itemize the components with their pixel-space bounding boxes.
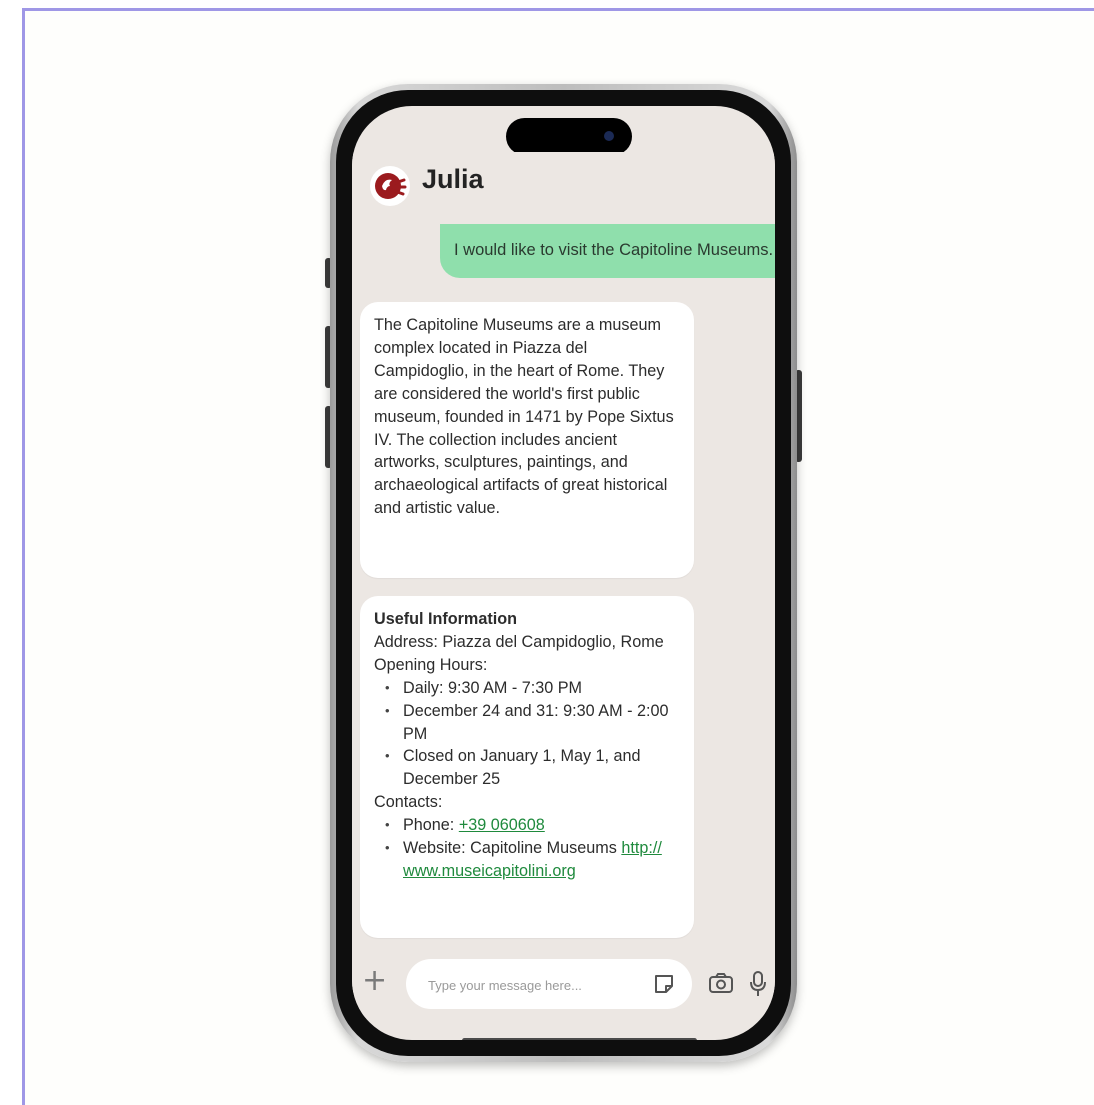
info-contacts-label: Contacts: [374, 793, 443, 812]
home-indicator[interactable] [462, 1038, 697, 1040]
phone-label: Phone: [403, 816, 459, 835]
info-address: Address: Piazza del Campidoglio, Rome [374, 632, 664, 651]
website-link[interactable]: www.museicapitolini.org [403, 862, 576, 880]
website-label: Website: Capitoline Museums [403, 839, 622, 858]
microphone-icon[interactable] [748, 970, 768, 998]
incoming-message-bubble: The Capitoline Museums are a museum comp… [360, 302, 694, 578]
list-item: Website: Capitoline Museums http:// www.m… [374, 837, 682, 883]
avatar[interactable] [370, 166, 410, 206]
camera-icon[interactable] [708, 972, 734, 994]
message-input[interactable] [426, 972, 640, 998]
julia-logo-icon [375, 173, 407, 199]
phone-link[interactable]: +39 060608 [459, 816, 545, 834]
dynamic-island [506, 118, 632, 155]
phone-bezel: I would like to visit the Capitoline Mus… [336, 90, 791, 1056]
message-input-container [406, 959, 692, 1009]
phone-screen: I would like to visit the Capitoline Mus… [352, 106, 775, 1040]
front-camera [604, 131, 614, 141]
contact-name[interactable]: Julia [422, 164, 484, 195]
phone-mockup: I would like to visit the Capitoline Mus… [330, 84, 797, 1062]
website-link-prefix[interactable]: http:// [621, 839, 662, 857]
contacts-list: Phone: +39 060608 Website: Capitoline Mu… [374, 814, 682, 883]
message-list[interactable]: I would like to visit the Capitoline Mus… [352, 106, 775, 1040]
info-hours-label: Opening Hours: [374, 655, 488, 674]
opening-hours-list: Daily: 9:30 AM - 7:30 PM December 24 and… [374, 677, 682, 792]
chat-header: Julia [352, 152, 775, 224]
info-title: Useful Information [374, 610, 517, 628]
outgoing-message-text: I would like to visit the Capitoline Mus… [454, 241, 774, 259]
list-item: Phone: +39 060608 [374, 814, 682, 837]
list-item: December 24 and 31: 9:30 AM - 2:00 PM [374, 700, 682, 746]
incoming-message-text: The Capitoline Museums are a museum comp… [374, 316, 674, 518]
list-item: Closed on January 1, May 1, and December… [374, 745, 682, 791]
message-composer: + [352, 954, 775, 1018]
plus-icon[interactable]: + [362, 966, 387, 996]
useful-information-bubble: Useful Information Address: Piazza del C… [360, 596, 694, 938]
list-item: Daily: 9:30 AM - 7:30 PM [374, 677, 682, 700]
sticker-icon[interactable] [652, 972, 676, 996]
